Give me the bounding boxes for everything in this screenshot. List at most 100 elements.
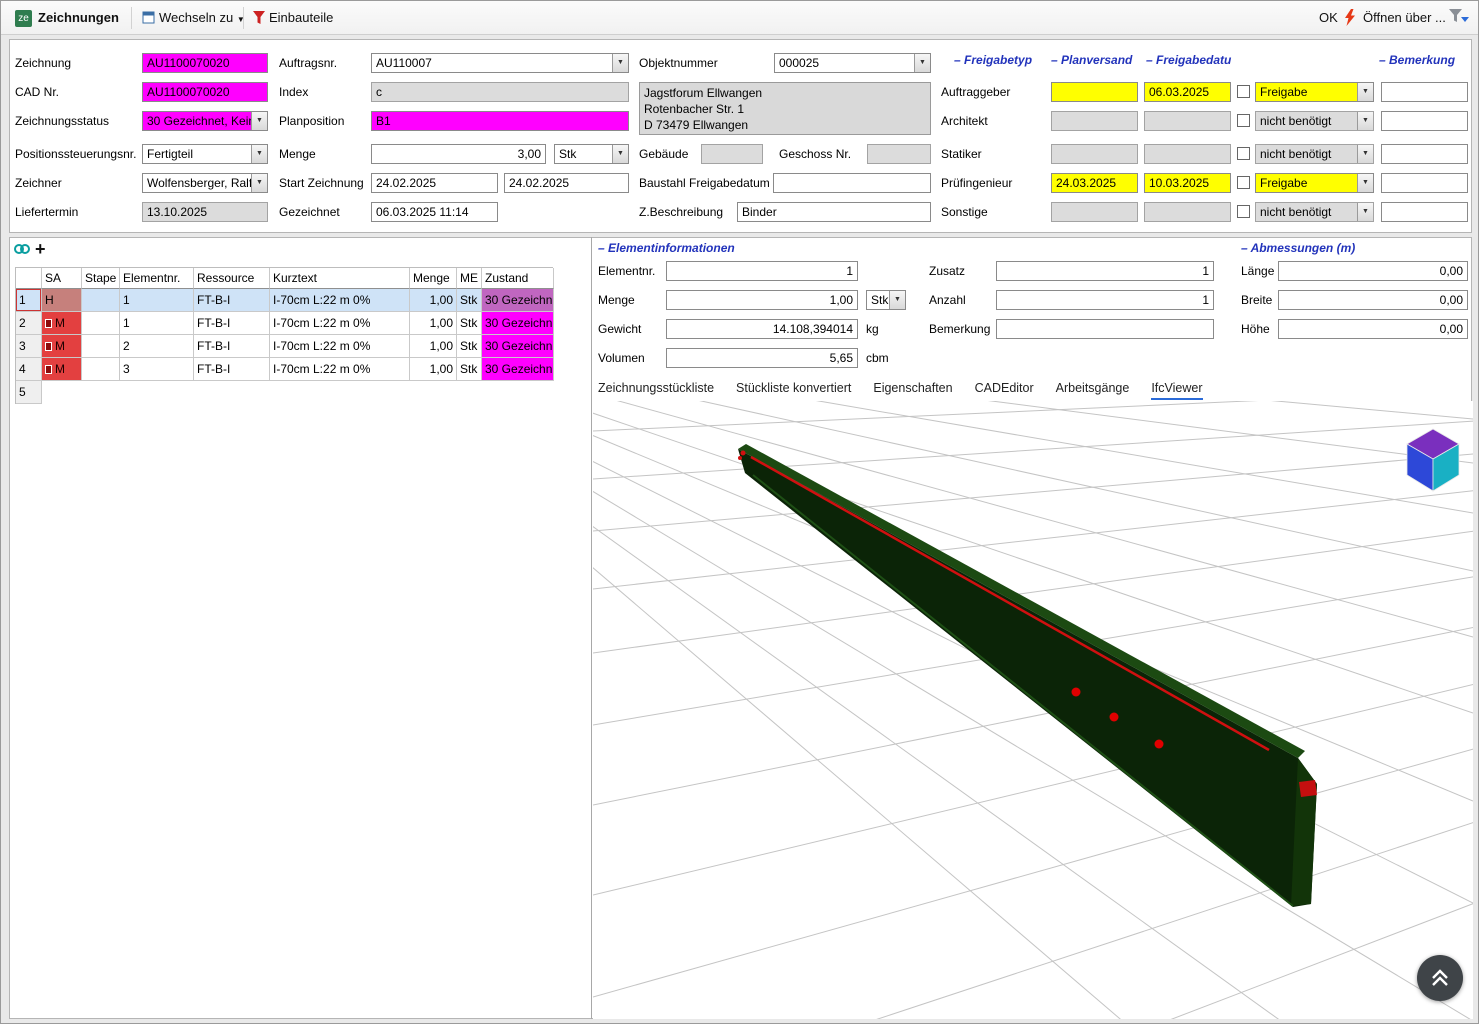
einbauteile-button[interactable]: Einbauteile bbox=[269, 9, 333, 27]
volumen-field[interactable]: 5,65 bbox=[666, 348, 858, 368]
freigabedatum-field[interactable] bbox=[1144, 202, 1231, 222]
table-row[interactable]: 3 M 2 FT-B-I I-70cm L:22 m 0% 1,00 Stk 3… bbox=[16, 335, 553, 358]
chevron-down-icon[interactable]: ▼ bbox=[251, 174, 267, 192]
tab-zeichnungsstueckliste[interactable]: Zeichnungsstückliste bbox=[598, 380, 714, 400]
baustahl-freigabedatum-field[interactable] bbox=[773, 173, 931, 193]
menge-field[interactable]: 3,00 bbox=[371, 144, 546, 164]
menge-unit-select[interactable]: Stk▼ bbox=[554, 144, 629, 164]
add-row-icon[interactable]: + bbox=[35, 239, 46, 260]
freigabe-status-select[interactable]: nicht benötigt▼ bbox=[1255, 202, 1374, 222]
tab-ifcviewer[interactable]: IfcViewer bbox=[1151, 380, 1202, 400]
chevron-down-icon[interactable]: ▼ bbox=[1357, 145, 1373, 163]
tab-eigenschaften[interactable]: Eigenschaften bbox=[873, 380, 952, 400]
header-cell-kurztext[interactable]: Kurztext bbox=[270, 268, 410, 289]
gezeichnet-field[interactable]: 06.03.2025 11:14 bbox=[371, 202, 498, 222]
chevron-down-icon[interactable]: ▼ bbox=[1357, 203, 1373, 221]
freigabe-checkbox[interactable] bbox=[1237, 205, 1250, 218]
link-icon[interactable] bbox=[13, 241, 31, 262]
planversand-field[interactable] bbox=[1051, 111, 1138, 131]
bemerkung-field[interactable] bbox=[1381, 202, 1468, 222]
z-beschreibung-field[interactable]: Binder bbox=[737, 202, 931, 222]
zeichnung-label: Zeichnung bbox=[15, 53, 71, 73]
chevron-down-icon[interactable]: ▼ bbox=[251, 112, 267, 130]
liefertermin-field[interactable]: 13.10.2025 bbox=[142, 202, 268, 222]
ifc-viewer-canvas[interactable] bbox=[593, 401, 1473, 1019]
chevron-down-icon[interactable]: ▼ bbox=[1357, 174, 1373, 192]
freigabe-checkbox[interactable] bbox=[1237, 114, 1250, 127]
table-row[interactable]: 2 M 1 FT-B-I I-70cm L:22 m 0% 1,00 Stk 3… bbox=[16, 312, 553, 335]
chevron-down-icon[interactable]: ▼ bbox=[1357, 83, 1373, 101]
start-zeichnung-field-1[interactable]: 24.02.2025 bbox=[371, 173, 498, 193]
index-field[interactable]: c bbox=[371, 82, 629, 102]
chevron-down-icon[interactable]: ▼ bbox=[612, 54, 628, 72]
breite-field[interactable]: 0,00 bbox=[1278, 290, 1468, 310]
chevron-down-icon[interactable]: ▼ bbox=[914, 54, 930, 72]
start-zeichnung-field-2[interactable]: 24.02.2025 bbox=[504, 173, 629, 193]
bemerkung-field[interactable] bbox=[1381, 144, 1468, 164]
cad-nr-field[interactable]: AU1100070020 bbox=[142, 82, 268, 102]
objektnummer-select[interactable]: 000025▼ bbox=[774, 53, 931, 73]
chevron-down-icon[interactable]: ▼ bbox=[1357, 112, 1373, 130]
elementnr-field[interactable]: 1 bbox=[666, 261, 858, 281]
header-cell-elementnr[interactable]: Elementnr. bbox=[120, 268, 194, 289]
elementinfo-bemerkung-field[interactable] bbox=[996, 319, 1214, 339]
header-cell-menge[interactable]: Menge bbox=[410, 268, 457, 289]
freigabedatum-field[interactable]: 06.03.2025 bbox=[1144, 82, 1231, 102]
anzahl-field[interactable]: 1 bbox=[996, 290, 1214, 310]
chevron-down-icon[interactable]: ▼ bbox=[251, 145, 267, 163]
ok-button[interactable]: OK bbox=[1319, 9, 1338, 27]
freigabedatum-field[interactable]: 10.03.2025 bbox=[1144, 173, 1231, 193]
gebaeude-field[interactable] bbox=[701, 144, 763, 164]
geschoss-nr-field[interactable] bbox=[867, 144, 931, 164]
chevron-down-icon[interactable]: ▼ bbox=[889, 291, 905, 309]
chevron-down-icon[interactable]: ▼ bbox=[612, 145, 628, 163]
address-line-2: Rotenbacher Str. 1 bbox=[644, 101, 926, 117]
bemerkung-field[interactable] bbox=[1381, 82, 1468, 102]
gewicht-field[interactable]: 14.108,394014 bbox=[666, 319, 858, 339]
auftragsnr-select[interactable]: AU110007▼ bbox=[371, 53, 629, 73]
planversand-field[interactable] bbox=[1051, 144, 1138, 164]
header-cell-ressource[interactable]: Ressource bbox=[194, 268, 270, 289]
hoehe-field[interactable]: 0,00 bbox=[1278, 319, 1468, 339]
table-row[interactable]: 5 bbox=[16, 381, 553, 404]
laenge-field[interactable]: 0,00 bbox=[1278, 261, 1468, 281]
zeichner-select[interactable]: Wolfensberger, Ralf▼ bbox=[142, 173, 268, 193]
zeichnungsstatus-select[interactable]: 30 Gezeichnet, Kein▼ bbox=[142, 111, 268, 131]
vertical-splitter[interactable] bbox=[591, 237, 592, 1019]
planposition-field[interactable]: B1 bbox=[371, 111, 629, 131]
header-cell-sa[interactable]: SA bbox=[42, 268, 82, 289]
tab-arbeitsgaenge[interactable]: Arbeitsgänge bbox=[1056, 380, 1130, 400]
table-row[interactable]: 4 M 3 FT-B-I I-70cm L:22 m 0% 1,00 Stk 3… bbox=[16, 358, 553, 381]
freigabe-status-select[interactable]: Freigabe▼ bbox=[1255, 82, 1374, 102]
freigabe-checkbox[interactable] bbox=[1237, 176, 1250, 189]
wechseln-zu-button[interactable]: Wechseln zu ▼ bbox=[159, 9, 245, 27]
positionssteuerungsnr-select[interactable]: Fertigteil▼ bbox=[142, 144, 268, 164]
tab-stueckliste-konvertiert[interactable]: Stückliste konvertiert bbox=[736, 380, 851, 400]
header-cell-me[interactable]: ME bbox=[457, 268, 482, 289]
header-cell-zustand[interactable]: Zustand bbox=[482, 268, 554, 289]
planversand-field[interactable] bbox=[1051, 82, 1138, 102]
tab-cadeditor[interactable]: CADEditor bbox=[975, 380, 1034, 400]
elementinfo-menge-unit-select[interactable]: Stk▼ bbox=[866, 290, 906, 310]
header-cell-stape[interactable]: Stape bbox=[82, 268, 120, 289]
freigabe-status-select[interactable]: nicht benötigt▼ bbox=[1255, 144, 1374, 164]
filter-dropdown-icon[interactable] bbox=[1449, 9, 1469, 27]
freigabe-checkbox[interactable] bbox=[1237, 85, 1250, 98]
freigabe-checkbox[interactable] bbox=[1237, 147, 1250, 160]
navigation-cube[interactable] bbox=[1407, 429, 1459, 491]
freigabe-status-select[interactable]: nicht benötigt▼ bbox=[1255, 111, 1374, 131]
scroll-top-button[interactable] bbox=[1417, 955, 1463, 1001]
freigabedatum-field[interactable] bbox=[1144, 144, 1231, 164]
bemerkung-field[interactable] bbox=[1381, 173, 1468, 193]
bemerkung-field[interactable] bbox=[1381, 111, 1468, 131]
oeffnen-ueber-button[interactable]: Öffnen über ... bbox=[1363, 9, 1446, 27]
zeichnung-field[interactable]: AU1100070020 bbox=[142, 53, 268, 73]
table-row[interactable]: 1 H 1 FT-B-I I-70cm L:22 m 0% 1,00 Stk 3… bbox=[16, 289, 553, 312]
freigabe-status-select[interactable]: Freigabe▼ bbox=[1255, 173, 1374, 193]
planversand-field[interactable] bbox=[1051, 202, 1138, 222]
lightning-bolt-icon[interactable] bbox=[1344, 9, 1356, 27]
elementinfo-menge-field[interactable]: 1,00 bbox=[666, 290, 858, 310]
freigabedatum-field[interactable] bbox=[1144, 111, 1231, 131]
zusatz-field[interactable]: 1 bbox=[996, 261, 1214, 281]
planversand-field[interactable]: 24.03.2025 bbox=[1051, 173, 1138, 193]
